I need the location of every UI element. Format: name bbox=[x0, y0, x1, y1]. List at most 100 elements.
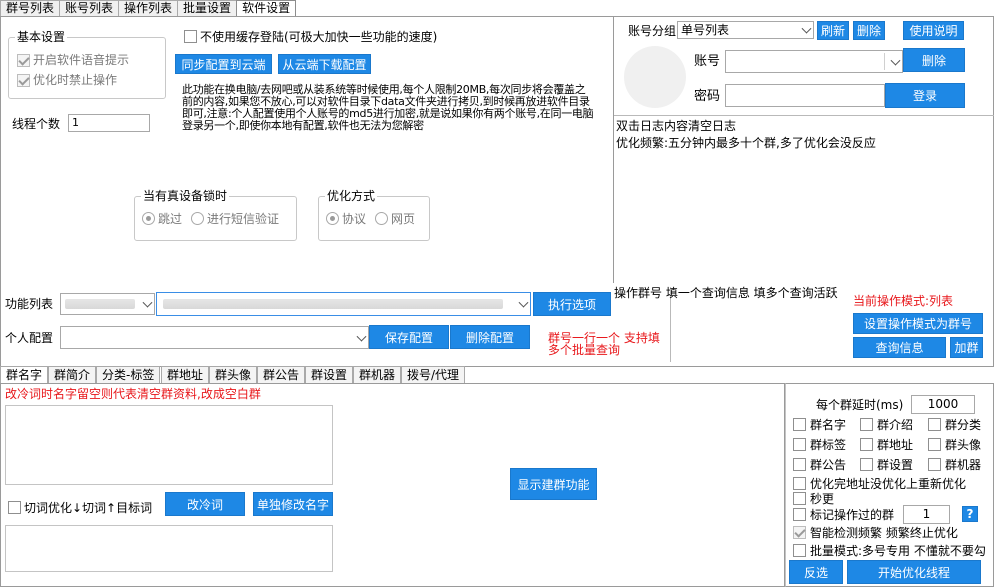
single-rename-button[interactable]: 单独修改名字 bbox=[253, 492, 333, 516]
delete-group-button[interactable]: 删除 bbox=[853, 21, 885, 40]
join-group-button[interactable]: 加群 bbox=[950, 337, 983, 358]
op-group-header: 操作群号 填一个查询信息 填多个查询活跃 bbox=[614, 286, 838, 300]
opt-group-robot-label: 群机器 bbox=[945, 458, 982, 472]
log-line-frequency: 优化频繁:五分钟内最多十个群,多了优化会没反应 bbox=[616, 136, 876, 150]
account-label: 账号 bbox=[694, 54, 721, 69]
tab-group-robot[interactable]: 群机器 bbox=[353, 366, 402, 383]
group-name-textarea[interactable] bbox=[5, 405, 333, 485]
smart-detect-label: 智能检测频繁 频繁终止优化 bbox=[810, 526, 958, 540]
protocol-radio[interactable] bbox=[326, 212, 339, 225]
change-cold-word-button[interactable]: 改冷词 bbox=[165, 492, 245, 516]
start-optimize-button[interactable]: 开始优化线程 bbox=[847, 560, 981, 584]
func-item-value bbox=[163, 299, 503, 309]
tab-group-notice[interactable]: 群公告 bbox=[257, 366, 306, 383]
web-radio[interactable] bbox=[375, 212, 388, 225]
voice-prompt-label: 开启软件语音提示 bbox=[33, 53, 130, 67]
batch-mode-label: 批量模式:多号专用 不懂就不要勾 bbox=[810, 544, 986, 558]
tab-group-address[interactable]: 群地址 bbox=[161, 366, 210, 383]
tab-category-tag[interactable]: 分类-标签 bbox=[96, 366, 161, 383]
basic-settings-title: 基本设置 bbox=[15, 30, 68, 44]
sync-to-cloud-button[interactable]: 同步配置到云端 bbox=[175, 54, 272, 74]
tab-group-avatar[interactable]: 群头像 bbox=[209, 366, 258, 383]
instructions-button[interactable]: 使用说明 bbox=[903, 21, 964, 40]
no-cache-login-checkbox[interactable] bbox=[184, 30, 197, 43]
tab-dial-proxy[interactable]: 拨号/代理 bbox=[401, 366, 466, 383]
opt-group-tag-checkbox[interactable] bbox=[793, 438, 806, 451]
login-button[interactable]: 登录 bbox=[885, 83, 965, 108]
execute-button[interactable]: 执行选项 bbox=[533, 292, 611, 316]
save-config-button[interactable]: 保存配置 bbox=[369, 325, 449, 349]
opt-group-notice-checkbox[interactable] bbox=[793, 458, 806, 471]
tab-group-name[interactable]: 群名字 bbox=[0, 366, 49, 383]
password-input[interactable] bbox=[725, 84, 885, 107]
skip-radio[interactable] bbox=[142, 212, 155, 225]
set-mode-button[interactable]: 设置操作模式为群号 bbox=[853, 313, 983, 334]
query-info-button[interactable]: 查询信息 bbox=[853, 337, 946, 358]
tab-account-list[interactable]: 账号列表 bbox=[59, 0, 120, 16]
tab-operation-list[interactable]: 操作列表 bbox=[118, 0, 179, 16]
account-select[interactable] bbox=[725, 50, 903, 73]
personal-config-label: 个人配置 bbox=[5, 331, 54, 345]
opt-group-avatar-checkbox[interactable] bbox=[928, 438, 941, 451]
download-from-cloud-button[interactable]: 从云端下载配置 bbox=[278, 54, 371, 74]
tab-group-settings[interactable]: 群设置 bbox=[305, 366, 354, 383]
personal-config-select[interactable] bbox=[60, 326, 369, 349]
basic-settings-group: 基本设置 bbox=[8, 30, 166, 99]
tab-software-settings[interactable]: 软件设置 bbox=[236, 0, 297, 17]
show-build-group-button[interactable]: 显示建群功能 bbox=[510, 468, 597, 500]
sms-verify-radio[interactable] bbox=[191, 212, 204, 225]
cut-words-label: 切词优化↓切词↑目标词 bbox=[24, 501, 153, 515]
web-label: 网页 bbox=[391, 212, 416, 226]
protocol-label: 协议 bbox=[342, 212, 367, 226]
tab-group-list[interactable]: 群号列表 bbox=[0, 0, 61, 16]
tab-group-intro[interactable]: 群简介 bbox=[48, 366, 97, 383]
reoptimize-checkbox[interactable] bbox=[793, 477, 806, 490]
optimize-mode-title: 优化方式 bbox=[325, 189, 378, 203]
opt-group-name-label: 群名字 bbox=[810, 418, 847, 432]
tab-batch-settings[interactable]: 批量设置 bbox=[177, 0, 238, 16]
delay-input[interactable]: 1000 bbox=[911, 395, 975, 414]
opt-group-name-checkbox[interactable] bbox=[793, 418, 806, 431]
batch-query-hint: 群号一行一个 支持填多个批量查询 bbox=[548, 331, 660, 357]
func-category-select[interactable] bbox=[60, 293, 155, 315]
invert-selection-button[interactable]: 反选 bbox=[789, 560, 843, 584]
target-word-textarea[interactable] bbox=[5, 525, 333, 572]
opt-group-intro-checkbox[interactable] bbox=[860, 418, 873, 431]
main-tabbar: 群号列表 账号列表 操作列表 批量设置 软件设置 bbox=[0, 0, 297, 17]
reoptimize-label: 优化完地址没优化上重新优化 bbox=[810, 477, 967, 491]
opt-group-category-checkbox[interactable] bbox=[928, 418, 941, 431]
thread-count-label: 线程个数 bbox=[12, 117, 61, 131]
combo-separator bbox=[884, 53, 885, 70]
delete-config-button[interactable]: 删除配置 bbox=[450, 325, 530, 349]
delete-account-button[interactable]: 删除 bbox=[903, 48, 965, 72]
batch-mode-checkbox[interactable] bbox=[793, 544, 806, 557]
cut-words-checkbox[interactable] bbox=[8, 501, 21, 514]
account-group-select[interactable]: 单号列表 bbox=[677, 21, 814, 39]
sms-verify-label: 进行短信验证 bbox=[207, 212, 280, 226]
voice-prompt-checkbox[interactable] bbox=[17, 54, 30, 67]
thread-count-input[interactable]: 1 bbox=[68, 114, 150, 132]
refresh-button[interactable]: 刷新 bbox=[817, 21, 849, 40]
forbid-optimize-label: 优化时禁止操作 bbox=[33, 73, 118, 87]
sync-description: 此功能在换电脑/去网吧或从装系统等时候使用,每个人限制20MB,每次同步将会覆盖… bbox=[182, 83, 594, 132]
log-divider bbox=[614, 115, 994, 116]
chevron-down-icon bbox=[142, 297, 153, 308]
opt-group-category-label: 群分类 bbox=[945, 418, 982, 432]
password-label: 密码 bbox=[694, 89, 721, 104]
opt-group-robot-checkbox[interactable] bbox=[928, 458, 941, 471]
seconds-update-checkbox[interactable] bbox=[793, 492, 806, 505]
opt-group-settings-checkbox[interactable] bbox=[860, 458, 873, 471]
help-question-button[interactable]: ? bbox=[962, 506, 978, 522]
mark-operated-input[interactable]: 1 bbox=[903, 505, 950, 524]
opt-group-address-checkbox[interactable] bbox=[860, 438, 873, 451]
smart-detect-checkbox[interactable] bbox=[793, 526, 806, 539]
mark-operated-checkbox[interactable] bbox=[793, 508, 806, 521]
chevron-down-icon bbox=[801, 23, 812, 34]
func-item-select[interactable] bbox=[156, 292, 531, 316]
opt-group-settings-label: 群设置 bbox=[877, 458, 914, 472]
account-group-label: 账号分组 bbox=[628, 24, 677, 38]
chevron-down-icon bbox=[356, 331, 367, 342]
chevron-down-icon bbox=[890, 55, 901, 66]
forbid-optimize-checkbox[interactable] bbox=[17, 74, 30, 87]
delay-label: 每个群延时(ms) bbox=[816, 398, 904, 412]
